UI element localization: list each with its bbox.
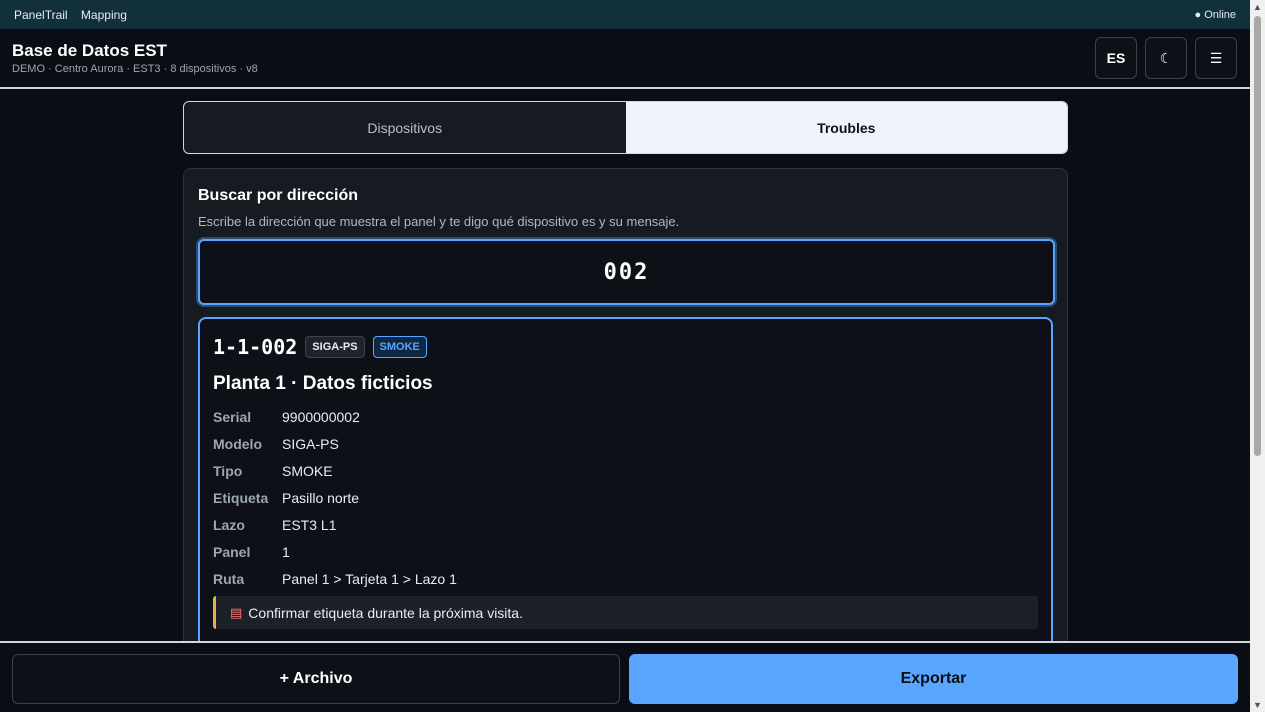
field-value: SIGA-PS bbox=[282, 435, 339, 452]
tab-troubles[interactable]: Troubles bbox=[625, 102, 1067, 153]
field-key: Etiqueta bbox=[213, 489, 269, 506]
field-value: Pasillo norte bbox=[282, 489, 360, 506]
system-bar: PanelTrail Mapping ● Online bbox=[0, 0, 1250, 29]
scroll-up-icon[interactable]: ▲ bbox=[1253, 2, 1262, 12]
header: Base de Datos EST DEMO · Centro Aurora ·… bbox=[0, 29, 1250, 89]
field-row: Modelo SIGA-PS bbox=[213, 430, 1038, 457]
app-name[interactable]: PanelTrail bbox=[14, 8, 68, 22]
field-value: SMOKE bbox=[282, 462, 333, 479]
tab-dispositivos[interactable]: Dispositivos bbox=[184, 102, 626, 153]
moon-icon: ☾ bbox=[1159, 49, 1173, 66]
field-key: Lazo bbox=[213, 516, 245, 533]
page-title: Base de Datos EST bbox=[12, 41, 167, 60]
language-button[interactable]: ES bbox=[1095, 37, 1137, 79]
bottom-action-bar: + Archivo Exportar bbox=[0, 641, 1250, 712]
menu-button[interactable]: ☰ bbox=[1195, 37, 1237, 79]
field-value: EST3 L1 bbox=[282, 516, 337, 533]
online-status: ● Online bbox=[1194, 8, 1237, 21]
tab-bar: Dispositivos Troubles bbox=[183, 101, 1068, 154]
field-row: Lazo EST3 L1 bbox=[213, 511, 1038, 538]
menu-mapping[interactable]: Mapping bbox=[81, 8, 127, 22]
model-badge: SIGA-PS bbox=[305, 336, 365, 358]
field-row: Panel 1 bbox=[213, 538, 1038, 565]
device-fields: Serial 9900000002 Modelo SIGA-PS Tipo SMOKE… bbox=[213, 403, 1038, 592]
add-file-button[interactable]: + Archivo bbox=[12, 654, 620, 704]
device-note: ▤ Confirmar etiqueta durante la próxima … bbox=[213, 596, 1038, 629]
hamburger-icon: ☰ bbox=[1209, 49, 1223, 66]
field-key: Serial bbox=[213, 408, 252, 425]
field-key: Modelo bbox=[213, 435, 262, 452]
field-row: Etiqueta Pasillo norte bbox=[213, 484, 1038, 511]
scrollbar-thumb[interactable] bbox=[1254, 16, 1261, 456]
search-panel: Buscar por dirección Escribe la direcció… bbox=[183, 168, 1068, 658]
type-badge: SMOKE bbox=[372, 336, 427, 358]
field-row: Tipo SMOKE bbox=[213, 457, 1038, 484]
device-location: Planta 1 · Datos ficticios bbox=[213, 373, 433, 394]
page-subtitle: DEMO · Centro Aurora · EST3 · 8 disposit… bbox=[12, 63, 258, 75]
field-key: Panel bbox=[213, 543, 251, 560]
scroll-down-icon[interactable]: ▼ bbox=[1253, 700, 1262, 710]
device-result-card: 1-1-002 SIGA-PS SMOKE Planta 1 · Datos f… bbox=[198, 317, 1053, 657]
device-address: 1-1-002 bbox=[213, 335, 298, 359]
search-hint: Escribe la dirección que muestra el pane… bbox=[198, 214, 680, 229]
field-key: Tipo bbox=[213, 462, 243, 479]
note-icon: ▤ bbox=[230, 604, 243, 620]
field-key: Ruta bbox=[213, 570, 245, 587]
field-row: Serial 9900000002 bbox=[213, 403, 1038, 430]
page-scrollbar[interactable]: ▲ ▼ bbox=[1250, 0, 1265, 712]
search-title: Buscar por dirección bbox=[198, 187, 359, 204]
field-row: Ruta Panel 1 > Tarjeta 1 > Lazo 1 bbox=[213, 565, 1038, 592]
note-text: Confirmar etiqueta durante la próxima vi… bbox=[248, 604, 523, 621]
theme-toggle-button[interactable]: ☾ bbox=[1145, 37, 1187, 79]
field-value: 1 bbox=[282, 543, 290, 560]
field-value: Panel 1 > Tarjeta 1 > Lazo 1 bbox=[282, 570, 457, 587]
address-search-input[interactable]: 002 bbox=[198, 239, 1055, 305]
export-button[interactable]: Exportar bbox=[629, 654, 1238, 704]
field-value: 9900000002 bbox=[282, 408, 360, 425]
